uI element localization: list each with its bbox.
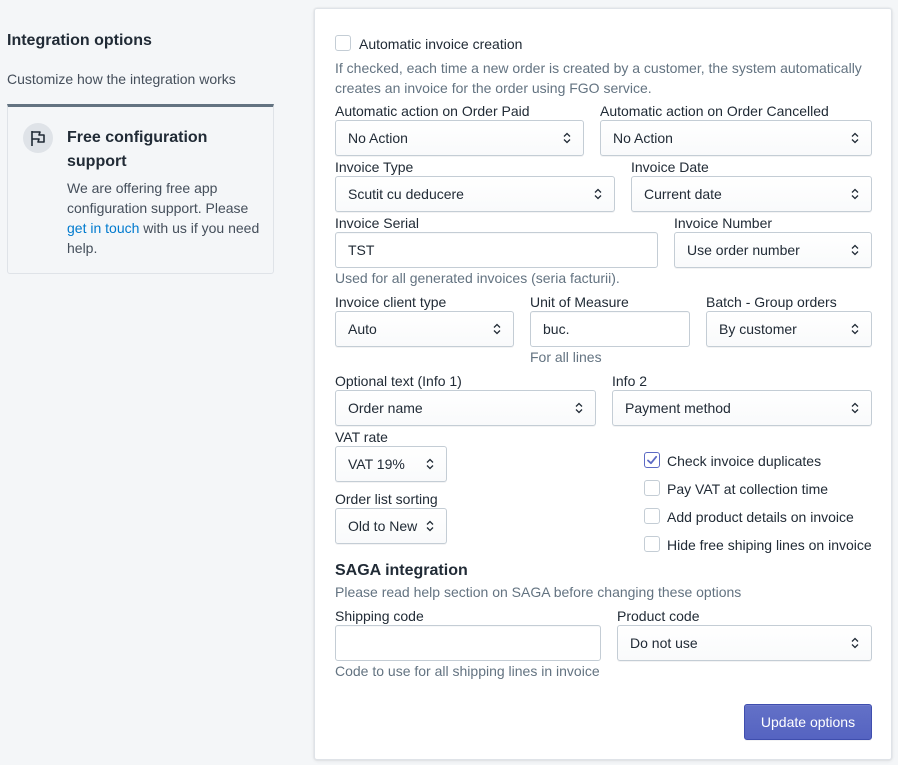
select-arrows-icon bbox=[493, 322, 501, 336]
section-description: Customize how the integration works bbox=[7, 71, 236, 87]
product-code-label: Product code bbox=[617, 608, 700, 624]
unit-measure-value: buc. bbox=[543, 321, 570, 337]
unit-measure-help: For all lines bbox=[530, 349, 602, 365]
order-cancelled-select[interactable]: No Action bbox=[600, 120, 872, 156]
unit-measure-label: Unit of Measure bbox=[530, 294, 629, 310]
invoice-type-select[interactable]: Scutit cu deducere bbox=[335, 176, 615, 212]
check-duplicates-checkbox[interactable] bbox=[644, 452, 660, 468]
select-arrows-icon bbox=[594, 187, 602, 201]
vat-rate-value: VAT 19% bbox=[348, 456, 405, 472]
hide-free-shipping-checkbox[interactable] bbox=[644, 536, 660, 552]
batch-group-select[interactable]: By customer bbox=[706, 311, 872, 347]
invoice-type-label: Invoice Type bbox=[335, 159, 414, 175]
product-code-value: Do not use bbox=[630, 635, 698, 651]
unit-measure-input[interactable]: buc. bbox=[530, 311, 690, 347]
sorting-label: Order list sorting bbox=[335, 491, 438, 507]
select-arrows-icon bbox=[851, 322, 859, 336]
invoice-serial-help: Used for all generated invoices (seria f… bbox=[335, 270, 620, 286]
info2-value: Payment method bbox=[625, 400, 731, 416]
shipping-code-label: Shipping code bbox=[335, 608, 424, 624]
vat-rate-label: VAT rate bbox=[335, 429, 388, 445]
update-options-button[interactable]: Update options bbox=[744, 704, 872, 740]
saga-heading: SAGA integration bbox=[335, 562, 468, 579]
info1-select[interactable]: Order name bbox=[335, 390, 596, 426]
invoice-number-label: Invoice Number bbox=[674, 215, 773, 231]
product-details-label: Add product details on invoice bbox=[667, 509, 854, 525]
invoice-number-value: Use order number bbox=[687, 242, 800, 258]
select-arrows-icon bbox=[563, 131, 571, 145]
select-arrows-icon bbox=[575, 401, 583, 415]
product-code-select[interactable]: Do not use bbox=[617, 625, 872, 661]
info1-label: Optional text (Info 1) bbox=[335, 373, 462, 389]
batch-group-value: By customer bbox=[719, 321, 797, 337]
client-type-value: Auto bbox=[348, 321, 377, 337]
shipping-code-help: Code to use for all shipping lines in in… bbox=[335, 663, 600, 679]
select-arrows-icon bbox=[851, 636, 859, 650]
invoice-number-select[interactable]: Use order number bbox=[674, 232, 872, 268]
vat-rate-select[interactable]: VAT 19% bbox=[335, 446, 447, 482]
product-details-checkbox[interactable] bbox=[644, 508, 660, 524]
checkmark-icon bbox=[647, 455, 658, 465]
select-arrows-icon bbox=[426, 457, 434, 471]
pay-vat-collection-checkbox[interactable] bbox=[644, 480, 660, 496]
batch-group-label: Batch - Group orders bbox=[706, 294, 837, 310]
select-arrows-icon bbox=[851, 243, 859, 257]
shipping-code-input[interactable] bbox=[335, 625, 601, 661]
select-arrows-icon bbox=[851, 187, 859, 201]
auto-invoice-label: Automatic invoice creation bbox=[359, 36, 523, 52]
sorting-value: Old to New bbox=[348, 518, 418, 534]
saga-help: Please read help section on SAGA before … bbox=[335, 584, 742, 600]
order-cancelled-value: No Action bbox=[613, 130, 673, 146]
invoice-serial-label: Invoice Serial bbox=[335, 215, 420, 231]
invoice-serial-input[interactable]: TST bbox=[335, 232, 658, 268]
client-type-label: Invoice client type bbox=[335, 294, 447, 310]
help-card: Free configuration support We are offeri… bbox=[7, 104, 274, 274]
invoice-date-value: Current date bbox=[644, 186, 722, 202]
hide-free-shipping-label: Hide free shiping lines on invoice bbox=[667, 537, 872, 553]
order-paid-select[interactable]: No Action bbox=[335, 120, 584, 156]
flag-icon bbox=[23, 123, 53, 153]
invoice-serial-value: TST bbox=[348, 242, 375, 258]
client-type-select[interactable]: Auto bbox=[335, 311, 514, 347]
pay-vat-collection-label: Pay VAT at collection time bbox=[667, 481, 829, 497]
order-paid-value: No Action bbox=[348, 130, 408, 146]
auto-invoice-checkbox[interactable] bbox=[335, 35, 351, 51]
invoice-date-label: Invoice Date bbox=[631, 159, 709, 175]
sorting-select[interactable]: Old to New bbox=[335, 508, 447, 544]
help-card-body: We are offering free app configuration s… bbox=[67, 180, 260, 256]
select-arrows-icon bbox=[851, 401, 859, 415]
get-in-touch-link[interactable]: get in touch bbox=[67, 220, 139, 236]
order-cancelled-label: Automatic action on Order Cancelled bbox=[600, 103, 829, 119]
help-card-title: Free configuration support bbox=[67, 129, 208, 170]
section-title: Integration options bbox=[7, 32, 152, 49]
info2-select[interactable]: Payment method bbox=[612, 390, 872, 426]
select-arrows-icon bbox=[426, 519, 434, 533]
select-arrows-icon bbox=[851, 131, 859, 145]
invoice-type-value: Scutit cu deducere bbox=[348, 186, 464, 202]
invoice-date-select[interactable]: Current date bbox=[631, 176, 872, 212]
auto-invoice-help: If checked, each time a new order is cre… bbox=[335, 60, 862, 96]
check-duplicates-label: Check invoice duplicates bbox=[667, 453, 822, 469]
info2-label: Info 2 bbox=[612, 373, 648, 389]
order-paid-label: Automatic action on Order Paid bbox=[335, 103, 530, 119]
info1-value: Order name bbox=[348, 400, 423, 416]
